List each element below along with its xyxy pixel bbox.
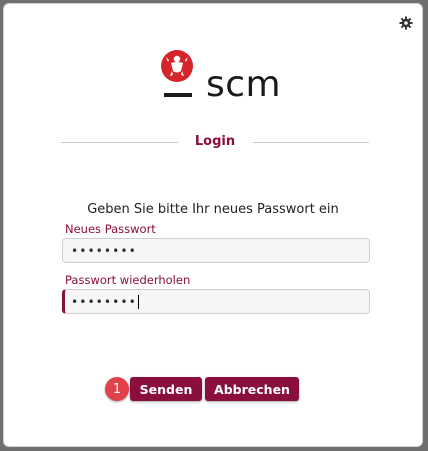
lion-emblem-icon: [161, 50, 193, 97]
scm-logo: scm: [160, 49, 282, 105]
login-dialog: scm Login Geben Sie bitte Ihr neues Pass…: [3, 3, 423, 447]
instruction-text: Geben Sie bitte Ihr neues Passwort ein: [87, 202, 339, 217]
repeat-password-value: ••••••••: [71, 294, 137, 309]
cancel-button[interactable]: Abbrechen: [205, 377, 299, 401]
text-cursor: [137, 294, 139, 309]
send-button[interactable]: Senden: [130, 377, 202, 401]
gear-icon[interactable]: [399, 15, 413, 30]
logo-text: scm: [206, 64, 282, 105]
new-password-value: ••••••••: [71, 243, 137, 258]
repeat-password-label: Passwort wiederholen: [65, 273, 191, 287]
step-badge: 1: [105, 377, 129, 401]
new-password-field[interactable]: ••••••••: [62, 238, 370, 263]
repeat-password-field[interactable]: ••••••••: [62, 289, 370, 314]
divider: [253, 142, 369, 143]
login-heading: Login: [61, 132, 369, 154]
new-password-label: Neues Passwort: [65, 222, 156, 236]
